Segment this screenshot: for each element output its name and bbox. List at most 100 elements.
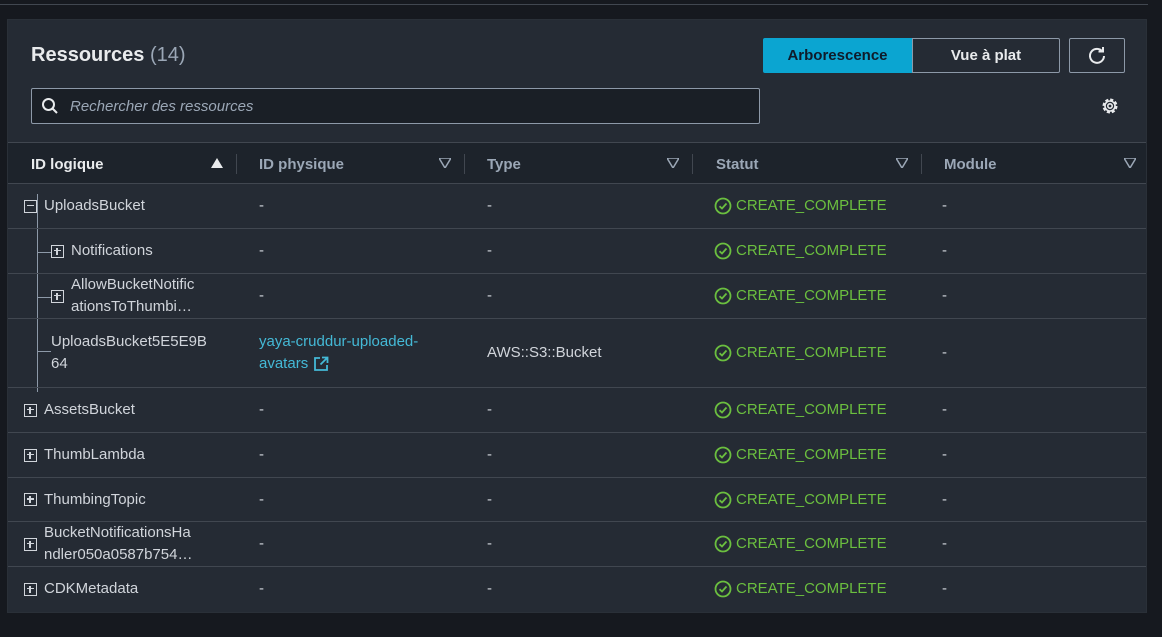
column-divider [236, 154, 237, 174]
resource-type: AWS::S3::Bucket [487, 344, 602, 361]
resource-type: - [487, 490, 492, 508]
resource-type: - [487, 446, 492, 463]
column-header-physical-id[interactable]: ID physique [259, 143, 465, 185]
resources-table: ID logique ID physique Type Statut Modul [8, 142, 1146, 611]
table-row[interactable]: CDKMetadata - - CREATE_COMPLETE - [8, 567, 1146, 611]
logical-id: ThumbingTopic [44, 490, 146, 508]
table-row[interactable]: ThumbLambda - - CREATE_COMPLETE - [8, 433, 1146, 478]
logical-id-cell: ThumbingTopic [24, 478, 146, 521]
logical-id: UploadsBucket5E5E9B 64 [51, 331, 207, 375]
status-text: CREATE_COMPLETE [736, 490, 887, 508]
status-text: CREATE_COMPLETE [736, 197, 887, 214]
resource-type: - [487, 197, 492, 214]
module: - [942, 344, 947, 361]
logical-id-cell: AllowBucketNotific ationsToThumbi… [51, 274, 194, 318]
search-icon [32, 97, 68, 115]
module: - [942, 242, 947, 259]
collapse-icon[interactable] [24, 199, 37, 213]
expand-icon[interactable] [24, 582, 37, 596]
logical-id-line: 64 [51, 355, 68, 372]
settings-gear-icon[interactable] [1100, 96, 1120, 116]
check-circle-icon [714, 287, 732, 305]
module: - [942, 446, 947, 463]
logical-id-cell: Notifications [51, 229, 153, 273]
column-label: ID logique [31, 155, 104, 173]
column-label: Type [487, 155, 521, 173]
column-label: Statut [716, 155, 759, 173]
module: - [942, 490, 947, 508]
external-link-icon [314, 356, 329, 371]
expand-icon[interactable] [51, 244, 64, 258]
check-circle-icon [714, 535, 732, 553]
table-row[interactable]: UploadsBucket - - CREATE_COMPLETE - [8, 184, 1146, 229]
expand-icon[interactable] [24, 493, 37, 506]
resource-count: (14) [149, 44, 186, 66]
expand-icon[interactable] [24, 537, 37, 551]
logical-id: ThumbLambda [44, 446, 145, 463]
table-header: ID logique ID physique Type Statut Modul [8, 142, 1146, 184]
check-circle-icon [714, 344, 732, 362]
physical-id-link[interactable]: yaya-cruddur-uploaded- avatars [259, 319, 418, 387]
sort-down-icon [667, 158, 679, 168]
check-circle-icon [714, 491, 732, 508]
table-row[interactable]: BucketNotificationsHa ndler050a0587b754…… [8, 522, 1146, 567]
physical-id: - [259, 490, 264, 508]
resource-type: - [487, 287, 492, 304]
check-circle-icon [714, 197, 732, 215]
status-text: CREATE_COMPLETE [736, 401, 887, 418]
table-row[interactable]: Notifications - - CREATE_COMPLETE - [8, 229, 1146, 274]
logical-id-cell: BucketNotificationsHa ndler050a0587b754… [24, 522, 192, 566]
logical-id-cell: UploadsBucket5E5E9B 64 [51, 319, 207, 387]
resource-type: - [487, 242, 492, 259]
physical-id: - [259, 580, 264, 597]
table-row[interactable]: AssetsBucket - - CREATE_COMPLETE - [8, 388, 1146, 433]
logical-id-cell: ThumbLambda [24, 433, 145, 477]
status-text: CREATE_COMPLETE [736, 580, 887, 597]
module: - [942, 287, 947, 304]
module: - [942, 535, 947, 552]
resource-type: - [487, 401, 492, 418]
physical-id-line: avatars [259, 355, 309, 372]
table-row[interactable]: UploadsBucket5E5E9B 64 yaya-cruddur-uplo… [8, 319, 1146, 388]
logical-id: AllowBucketNotific ationsToThumbi… [71, 274, 194, 318]
flat-view-button[interactable]: Vue à plat [912, 38, 1060, 73]
table-row[interactable]: AllowBucketNotific ationsToThumbi… - - C… [8, 274, 1146, 319]
search-input[interactable] [68, 96, 752, 116]
check-circle-icon [714, 242, 732, 260]
status-text: CREATE_COMPLETE [736, 344, 887, 361]
status-cell: CREATE_COMPLETE [714, 433, 887, 477]
sort-down-icon [896, 158, 908, 168]
expand-icon[interactable] [51, 289, 64, 303]
logical-id-cell: UploadsBucket [24, 184, 145, 228]
status-cell: CREATE_COMPLETE [714, 567, 887, 611]
expand-icon[interactable] [24, 403, 37, 417]
logical-id-cell: CDKMetadata [24, 567, 138, 611]
logical-id: BucketNotificationsHa ndler050a0587b754… [44, 522, 192, 566]
logical-id-line: BucketNotificationsHa [44, 524, 191, 541]
module: - [942, 401, 947, 418]
column-divider [464, 154, 465, 174]
column-header-type[interactable]: Type [487, 143, 693, 185]
logical-id: AssetsBucket [44, 401, 135, 418]
physical-id: - [259, 287, 264, 304]
refresh-button[interactable] [1069, 38, 1125, 73]
resource-type: - [487, 535, 492, 552]
column-header-logical-id[interactable]: ID logique [31, 143, 237, 185]
refresh-icon [1089, 46, 1105, 64]
table-row[interactable]: ThumbingTopic - - CREATE_COMPLETE - [8, 478, 1146, 522]
tree-view-button[interactable]: Arborescence [763, 38, 912, 73]
physical-id: - [259, 446, 264, 463]
column-label: Module [944, 155, 997, 173]
logical-id: UploadsBucket [44, 197, 145, 214]
column-header-module[interactable]: Module [944, 143, 1144, 185]
expand-icon[interactable] [24, 448, 37, 462]
status-cell: CREATE_COMPLETE [714, 522, 887, 566]
column-label: ID physique [259, 155, 345, 173]
sort-ascending-icon [211, 158, 223, 168]
column-header-status[interactable]: Statut [716, 143, 922, 185]
module: - [942, 197, 947, 214]
physical-id: - [259, 197, 264, 214]
search-field [31, 88, 760, 124]
physical-id: - [259, 242, 264, 259]
check-circle-icon [714, 580, 732, 598]
